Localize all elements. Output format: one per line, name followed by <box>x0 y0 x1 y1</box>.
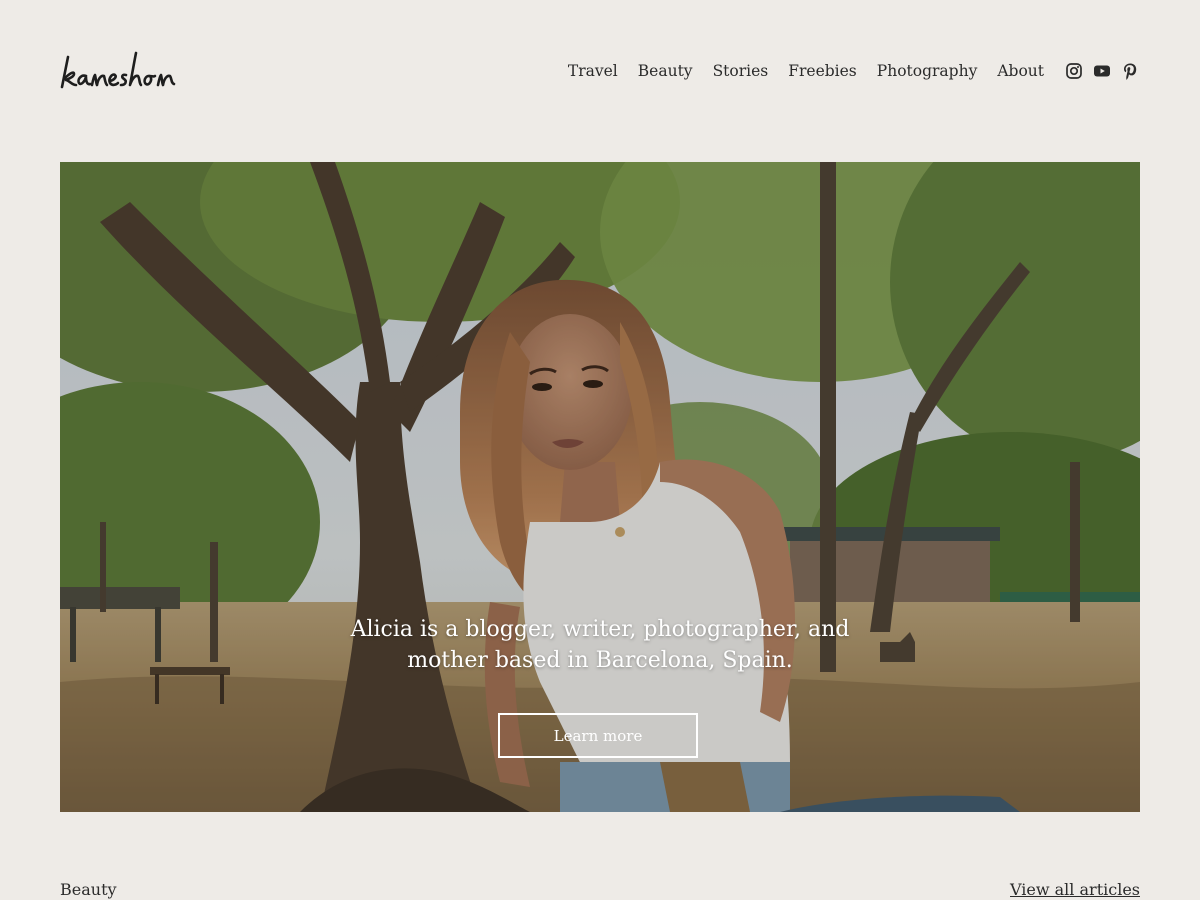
site-logo[interactable] <box>60 43 200 99</box>
pinterest-icon[interactable] <box>1120 61 1140 81</box>
hero-banner: Alicia is a blogger, writer, photographe… <box>60 162 1140 812</box>
instagram-icon[interactable] <box>1064 61 1084 81</box>
hero-caption: Alicia is a blogger, writer, photographe… <box>350 617 850 673</box>
nav-item-beauty[interactable]: Beauty <box>638 62 693 80</box>
social-links <box>1064 61 1140 81</box>
logo-script-icon <box>60 51 176 89</box>
view-all-articles-link[interactable]: View all articles <box>1010 880 1140 899</box>
site-header: Travel Beauty Stories Freebies Photograp… <box>60 40 1140 102</box>
nav-item-photography[interactable]: Photography <box>877 62 978 80</box>
youtube-icon[interactable] <box>1092 61 1112 81</box>
section-header: Beauty View all articles <box>60 880 1140 899</box>
section-title: Beauty <box>60 880 117 899</box>
nav-item-freebies[interactable]: Freebies <box>788 62 857 80</box>
learn-more-button[interactable]: Learn more <box>498 713 698 758</box>
nav-item-about[interactable]: About <box>997 62 1044 80</box>
nav-item-travel[interactable]: Travel <box>568 62 618 80</box>
nav-item-stories[interactable]: Stories <box>713 62 769 80</box>
main-nav: Travel Beauty Stories Freebies Photograp… <box>548 61 1140 81</box>
